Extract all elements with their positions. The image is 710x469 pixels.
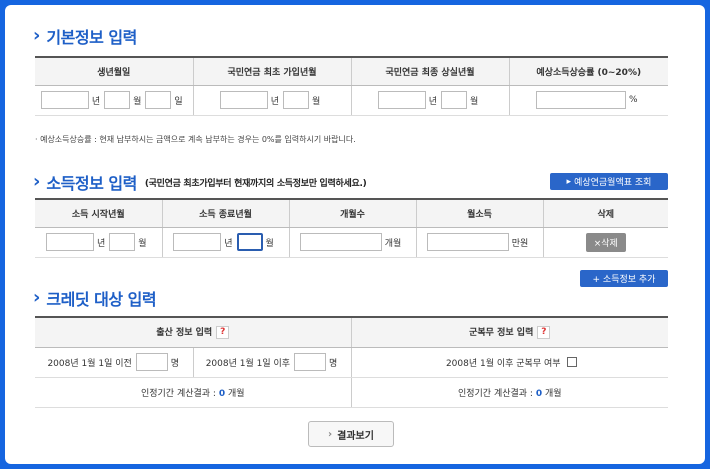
income-start-year-input[interactable]	[45, 233, 94, 251]
calculator-panel: › 기본정보 입력 생년월일 국민연금 최초 가입년월 국민연금 최종 상실년월…	[5, 5, 705, 464]
income-info-title: 소득정보 입력	[46, 174, 137, 193]
months-header: 개월수	[289, 199, 417, 228]
delete-header: 삭제	[543, 199, 668, 228]
add-income-button[interactable]: + 소득정보 추가	[580, 270, 668, 287]
birth-before-cell: 2008년 1월 1일 이전 명	[35, 347, 194, 378]
income-end-header: 소득 종료년월	[162, 199, 290, 228]
basic-info-section-title: › 기본정보 입력	[33, 24, 137, 48]
birthdate-cell: 년월일	[35, 85, 194, 116]
first-join-header: 국민연금 최초 가입년월	[193, 57, 352, 86]
income-rate-note: · 예상소득상승률 : 현재 납부하시는 금액으로 계속 납부하는 경우는 0%…	[35, 135, 356, 144]
caret-right-icon: ▸	[566, 176, 572, 187]
last-loss-month-input[interactable]	[441, 91, 467, 109]
income-rate-header: 예상소득상승률 (0~20%)	[509, 57, 668, 86]
income-rate-cell: %	[509, 85, 668, 116]
military-result-cell: 인정기간 계산결과 : 0 개월	[351, 377, 668, 408]
last-loss-year-input[interactable]	[377, 91, 426, 109]
monthly-income-header: 월소득	[416, 199, 544, 228]
months-input[interactable]	[299, 233, 382, 251]
monthly-income-input[interactable]	[426, 233, 509, 251]
income-start-header: 소득 시작년월	[35, 199, 163, 228]
income-info-subtitle: (국민연금 최초가입부터 현재까지의 소득정보만 입력하세요.)	[144, 178, 367, 189]
basic-info-title: 기본정보 입력	[46, 28, 137, 47]
view-result-button[interactable]: › 결과보기	[308, 421, 394, 447]
first-join-cell: 년월	[193, 85, 352, 116]
income-info-section-title: › 소득정보 입력 (국민연금 최초가입부터 현재까지의 소득정보만 입력하세요…	[33, 170, 367, 194]
income-end-cell: 년월	[162, 227, 290, 258]
birth-month-input[interactable]	[104, 91, 131, 109]
income-info-table: 소득 시작년월 소득 종료년월 개월수 월소득 삭제 년월 년월 개월 만원 ×…	[35, 198, 668, 258]
chevron-right-icon: ›	[33, 25, 41, 46]
monthly-income-cell: 만원	[416, 227, 544, 258]
birth-result-cell: 인정기간 계산결과 : 0 개월	[35, 377, 352, 408]
income-end-month-input[interactable]	[236, 233, 263, 251]
birth-before-input[interactable]	[135, 353, 168, 371]
delete-row-button[interactable]: ×삭제	[585, 232, 626, 252]
credit-table: 출산 정보 입력? 군복무 정보 입력? 2008년 1월 1일 이전 명 200…	[35, 316, 668, 408]
first-join-year-input[interactable]	[219, 91, 268, 109]
credit-title: 크레딧 대상 입력	[46, 290, 157, 309]
first-join-month-input[interactable]	[283, 91, 309, 109]
income-rate-input[interactable]	[535, 91, 626, 109]
birth-day-input[interactable]	[145, 91, 172, 109]
months-cell: 개월	[289, 227, 417, 258]
credit-section-title: › 크레딧 대상 입력	[33, 286, 157, 310]
military-cell: 2008년 1월 이후 군복무 여부	[351, 347, 668, 378]
basic-info-table: 생년월일 국민연금 최초 가입년월 국민연금 최종 상실년월 예상소득상승률 (…	[35, 56, 668, 116]
chevron-right-icon: ›	[33, 287, 41, 308]
military-info-header: 군복무 정보 입력?	[351, 317, 668, 348]
lookup-pension-table-button[interactable]: ▸ 예상연금월액표 조회	[550, 173, 668, 190]
birth-info-header: 출산 정보 입력?	[35, 317, 352, 348]
help-icon[interactable]: ?	[537, 326, 551, 340]
income-row: 년월 년월 개월 만원 ×삭제	[35, 227, 668, 258]
birth-after-input[interactable]	[294, 353, 327, 371]
chevron-right-icon: ›	[328, 428, 333, 440]
help-icon[interactable]: ?	[216, 326, 230, 340]
last-loss-header: 국민연금 최종 상실년월	[351, 57, 510, 86]
last-loss-cell: 년월	[351, 85, 510, 116]
income-start-month-input[interactable]	[109, 233, 136, 251]
income-end-year-input[interactable]	[173, 233, 222, 251]
chevron-right-icon: ›	[33, 171, 41, 192]
income-start-cell: 년월	[35, 227, 163, 258]
delete-cell: ×삭제	[543, 227, 668, 258]
birth-year-input[interactable]	[40, 91, 89, 109]
birthdate-header: 생년월일	[35, 57, 194, 86]
military-checkbox[interactable]	[566, 357, 577, 367]
birth-after-cell: 2008년 1월 1일 이후 명	[193, 347, 352, 378]
